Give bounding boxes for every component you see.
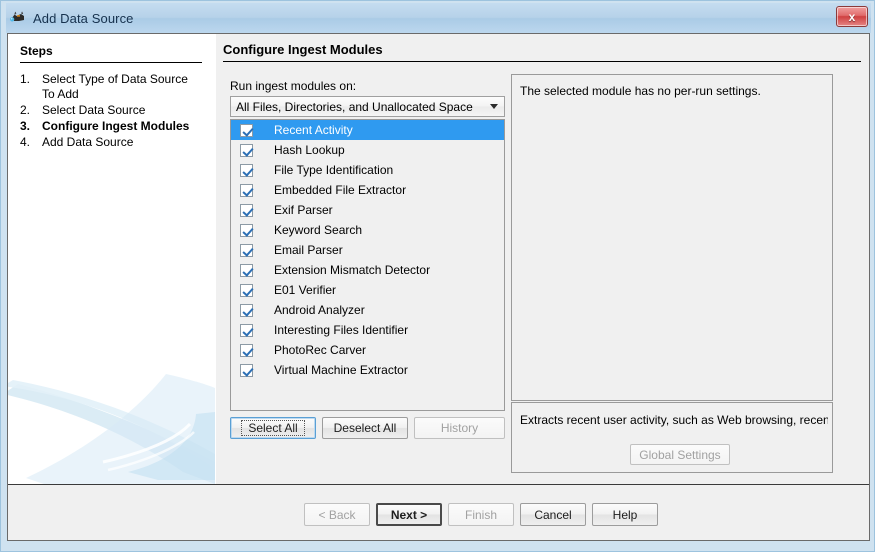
module-checkbox[interactable]	[231, 123, 261, 137]
step-number: 1.	[20, 72, 31, 86]
step-label: Select Data Source	[42, 103, 146, 117]
list-item[interactable]: Keyword Search	[231, 220, 504, 240]
module-checkbox[interactable]	[231, 323, 261, 337]
module-label: Hash Lookup	[274, 143, 345, 157]
module-checkbox[interactable]	[231, 243, 261, 257]
module-label: Interesting Files Identifier	[274, 323, 409, 337]
list-item[interactable]: Email Parser	[231, 240, 504, 260]
list-item[interactable]: PhotoRec Carver	[231, 340, 504, 360]
step-number: 3.	[20, 119, 31, 133]
list-item[interactable]: E01 Verifier	[231, 280, 504, 300]
module-checkbox[interactable]	[231, 363, 261, 377]
step-number: 4.	[20, 135, 31, 149]
module-checkbox[interactable]	[231, 143, 261, 157]
page-title-divider	[223, 61, 861, 62]
title-bar: Add Data Source x	[6, 3, 871, 33]
steps-heading: Steps	[20, 44, 53, 58]
list-item[interactable]: Extension Mismatch Detector	[231, 260, 504, 280]
close-icon[interactable]: x	[836, 6, 868, 27]
autopsy-icon	[9, 9, 27, 27]
module-settings-panel: The selected module has no per-run setti…	[511, 74, 833, 401]
dialog-body: Steps 1. Select Type of Data Source To A…	[7, 33, 870, 541]
history-button: History	[414, 417, 505, 439]
module-label: Extension Mismatch Detector	[274, 263, 431, 277]
list-item[interactable]: File Type Identification	[231, 160, 504, 180]
module-label: Virtual Machine Extractor	[274, 363, 408, 377]
step-label: Configure Ingest Modules	[42, 119, 190, 133]
select-all-button[interactable]: Select All	[230, 417, 316, 439]
select-all-label: Select All	[241, 420, 305, 436]
wizard-footer: < Back Next > Finish Cancel Help	[8, 485, 869, 540]
page-title: Configure Ingest Modules	[223, 42, 383, 57]
list-item[interactable]: Virtual Machine Extractor	[231, 360, 504, 380]
run-ingest-label: Run ingest modules on:	[230, 79, 357, 93]
module-label: Email Parser	[274, 243, 343, 257]
module-checkbox[interactable]	[231, 303, 261, 317]
module-checkbox[interactable]	[231, 203, 261, 217]
steps-list: 1. Select Type of Data Source To Add 2. …	[20, 72, 210, 151]
step-label: Add Data Source	[42, 135, 134, 149]
main-content: Configure Ingest Modules Run ingest modu…	[216, 34, 869, 484]
steps-divider	[20, 62, 202, 63]
step-item-2: 2. Select Data Source	[20, 103, 210, 118]
step-item-3: 3. Configure Ingest Modules	[20, 119, 210, 134]
ingest-scope-value: All Files, Directories, and Unallocated …	[236, 99, 473, 114]
deselect-all-button[interactable]: Deselect All	[322, 417, 408, 439]
list-item[interactable]: Recent Activity	[231, 120, 504, 140]
step-number: 2.	[20, 103, 31, 117]
global-settings-button: Global Settings	[630, 444, 730, 465]
module-label: Android Analyzer	[274, 303, 365, 317]
module-settings-text: The selected module has no per-run setti…	[520, 84, 761, 98]
module-label: File Type Identification	[274, 163, 394, 177]
step-item-4: 4. Add Data Source	[20, 135, 210, 150]
list-item[interactable]: Android Analyzer	[231, 300, 504, 320]
list-item[interactable]: Interesting Files Identifier	[231, 320, 504, 340]
next-button[interactable]: Next >	[376, 503, 442, 526]
module-label: Keyword Search	[274, 223, 363, 237]
finish-button: Finish	[448, 503, 514, 526]
ingest-modules-list[interactable]: Recent Activity Hash Lookup File Type Id…	[230, 119, 505, 411]
help-button[interactable]: Help	[592, 503, 658, 526]
dialog-window: Add Data Source x Steps 1. Select Type o…	[0, 0, 875, 552]
module-description-text: Extracts recent user activity, such as W…	[520, 413, 828, 427]
back-button: < Back	[304, 503, 370, 526]
module-checkbox[interactable]	[231, 343, 261, 357]
cancel-button[interactable]: Cancel	[520, 503, 586, 526]
list-item[interactable]: Hash Lookup	[231, 140, 504, 160]
module-label: Exif Parser	[274, 203, 333, 217]
steps-panel: Steps 1. Select Type of Data Source To A…	[8, 34, 215, 484]
module-label: PhotoRec Carver	[274, 343, 367, 357]
step-item-1: 1. Select Type of Data Source To Add	[20, 72, 210, 102]
module-label: E01 Verifier	[274, 283, 337, 297]
list-item[interactable]: Exif Parser	[231, 200, 504, 220]
ingest-scope-select[interactable]: All Files, Directories, and Unallocated …	[230, 96, 505, 117]
decorative-swoosh-graphic	[8, 354, 215, 484]
module-checkbox[interactable]	[231, 263, 261, 277]
module-checkbox[interactable]	[231, 163, 261, 177]
module-label: Embedded File Extractor	[274, 183, 407, 197]
module-checkbox[interactable]	[231, 283, 261, 297]
module-label: Recent Activity	[274, 123, 353, 137]
module-checkbox[interactable]	[231, 183, 261, 197]
chevron-down-icon	[484, 104, 504, 109]
list-item[interactable]: Embedded File Extractor	[231, 180, 504, 200]
step-label: Select Type of Data Source To Add	[42, 72, 188, 101]
module-checkbox[interactable]	[231, 223, 261, 237]
window-title: Add Data Source	[33, 10, 134, 26]
